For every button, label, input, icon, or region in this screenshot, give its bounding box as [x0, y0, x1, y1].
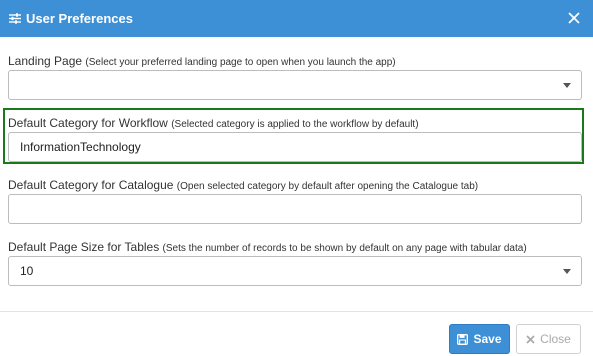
sliders-icon: [9, 13, 21, 24]
workflow-category-hint: (Selected category is applied to the wor…: [171, 119, 419, 130]
save-icon: [457, 333, 469, 345]
close-icon: [526, 334, 535, 344]
page-size-label: Default Page Size for Tables (Sets the n…: [8, 240, 527, 254]
workflow-category-field: Default Category for Workflow (Selected …: [8, 116, 582, 162]
save-button[interactable]: Save: [449, 324, 510, 354]
landing-page-select[interactable]: [8, 70, 582, 100]
chevron-down-icon: [563, 83, 571, 88]
workflow-category-input[interactable]: InformationTechnology: [8, 132, 582, 162]
save-label: Save: [473, 332, 502, 346]
workflow-category-value: InformationTechnology: [20, 140, 141, 154]
chevron-down-icon: [563, 269, 571, 274]
footer-divider: [0, 311, 593, 312]
dialog-title: User Preferences: [26, 11, 133, 26]
landing-page-hint: (Select your preferred landing page to o…: [85, 57, 396, 68]
workflow-category-label: Default Category for Workflow (Selected …: [8, 116, 419, 130]
landing-page-field: Landing Page (Select your preferred land…: [8, 54, 582, 100]
page-size-select[interactable]: 10: [8, 256, 582, 286]
page-size-field: Default Page Size for Tables (Sets the n…: [8, 240, 582, 286]
close-icon[interactable]: [565, 9, 583, 27]
catalogue-category-label: Default Category for Catalogue (Open sel…: [8, 178, 479, 192]
page-size-hint: (Sets the number of records to be shown …: [162, 243, 527, 254]
close-label: Close: [540, 332, 571, 346]
catalogue-category-hint: (Open selected category by default after…: [176, 181, 479, 192]
user-preferences-dialog: User Preferences Landing Page (Select yo…: [0, 0, 593, 356]
catalogue-category-field: Default Category for Catalogue (Open sel…: [8, 178, 582, 224]
catalogue-category-input[interactable]: [8, 194, 582, 224]
close-button[interactable]: Close: [516, 324, 581, 354]
dialog-header: User Preferences: [0, 0, 593, 37]
landing-page-label: Landing Page (Select your preferred land…: [8, 54, 396, 68]
page-size-value: 10: [20, 264, 34, 278]
